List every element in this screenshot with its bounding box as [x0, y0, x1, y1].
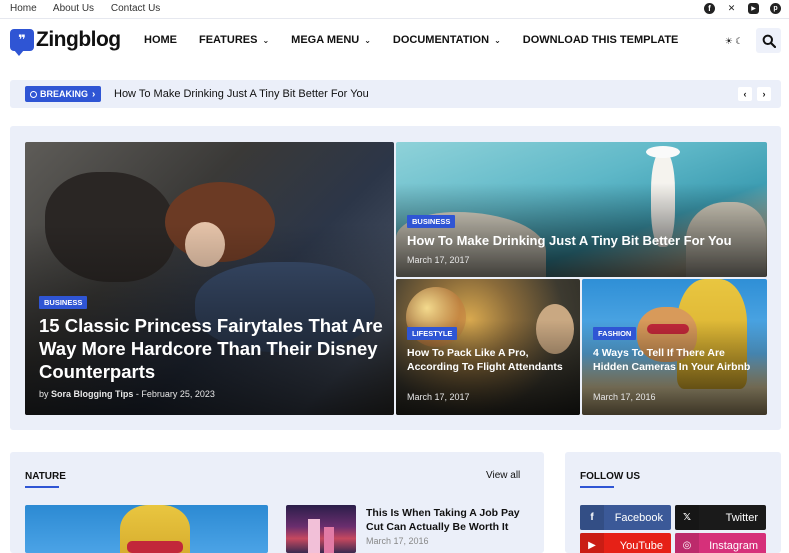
nav-documentation[interactable]: DOCUMENTATION ⌄ [393, 34, 501, 46]
nature-post-thumbnail[interactable] [286, 505, 356, 553]
nav-documentation-label: DOCUMENTATION [392, 34, 490, 46]
site-logo[interactable]: ❞ Zingblog [10, 28, 121, 56]
breaking-next-button[interactable]: › [757, 87, 771, 101]
x-icon: 𝕏 [675, 505, 699, 530]
top-links: Home About Us Contact Us [10, 3, 174, 14]
follow-youtube-label: YouTube [619, 539, 663, 552]
top-link-contact[interactable]: Contact Us [111, 3, 160, 14]
follow-instagram-button[interactable]: ◎ Instagram [675, 533, 766, 553]
top-socials: f ✕ ▶ p [704, 3, 781, 14]
nature-post-title[interactable]: This Is When Taking A Job Pay Cut Can Ac… [366, 506, 536, 534]
chevron-right-icon: › [92, 88, 96, 100]
breaking-label: BREAKING [40, 89, 89, 99]
facebook-icon[interactable]: f [704, 3, 715, 14]
section-underline [25, 486, 59, 488]
photo-sunglasses [127, 541, 183, 553]
nature-post-date: March 17, 2016 [366, 536, 429, 546]
nav-features-label: FEATURES [199, 34, 258, 46]
view-all-link[interactable]: View all [486, 470, 520, 481]
chevron-down-icon: ⌄ [364, 35, 371, 45]
photo-tower [308, 519, 320, 553]
nav-home-label: HOME [144, 34, 177, 46]
category-tag[interactable]: BUSINESS [39, 296, 88, 309]
nav-features[interactable]: FEATURES ⌄ [199, 34, 269, 46]
breaking-prev-button[interactable]: ‹ [738, 87, 752, 101]
live-dot-icon [30, 90, 37, 98]
category-tag[interactable]: LIFESTYLE [407, 327, 458, 340]
photo-hat [646, 146, 680, 158]
post-date: March 17, 2017 [407, 392, 470, 402]
section-title-follow: FOLLOW US [580, 471, 640, 482]
featured-post-bottom-right[interactable]: FASHION 4 Ways To Tell If There Are Hidd… [582, 279, 767, 415]
instagram-icon: ◎ [675, 533, 699, 553]
breaking-news-bar: BREAKING › How To Make Drinking Just A T… [10, 80, 781, 108]
photo-tower [324, 527, 334, 553]
youtube-icon: ▶ [580, 533, 604, 553]
featured-post-main[interactable]: BUSINESS 15 Classic Princess Fairytales … [25, 142, 394, 415]
post-title[interactable]: How To Make Drinking Just A Tiny Bit Bet… [407, 233, 762, 249]
breaking-badge: BREAKING › [25, 86, 102, 102]
post-title[interactable]: 15 Classic Princess Fairytales That Are … [39, 314, 389, 383]
post-date: March 17, 2016 [593, 392, 656, 402]
top-link-home[interactable]: Home [10, 3, 37, 14]
theme-toggle[interactable]: ☀ ☾ [720, 32, 748, 50]
nav-mega-menu-label: MEGA MENU [291, 34, 360, 46]
follow-youtube-button[interactable]: ▶ YouTube [580, 533, 671, 553]
follow-twitter-label: Twitter [725, 511, 758, 524]
follow-twitter-button[interactable]: 𝕏 Twitter [675, 505, 766, 530]
search-icon [762, 34, 776, 48]
logo-text: Zingblog [36, 28, 121, 51]
breaking-headline[interactable]: How To Make Drinking Just A Tiny Bit Bet… [114, 88, 369, 100]
header: ❞ Zingblog HOME FEATURES ⌄ MEGA MENU ⌄ DOC… [0, 20, 789, 64]
follow-instagram-label: Instagram [709, 539, 758, 552]
nature-post-image-large[interactable] [25, 505, 268, 553]
top-bar: Home About Us Contact Us f ✕ ▶ p [0, 0, 789, 19]
post-title[interactable]: 4 Ways To Tell If There Are Hidden Camer… [593, 346, 763, 374]
nav-download-label: DOWNLOAD THIS TEMPLATE [522, 34, 679, 46]
featured-post-bottom-left[interactable]: LIFESTYLE How To Pack Like A Pro, Accord… [396, 279, 580, 415]
post-title[interactable]: How To Pack Like A Pro, According To Fli… [407, 346, 575, 374]
section-title-nature: NATURE [25, 471, 66, 482]
search-button[interactable] [756, 28, 781, 53]
post-date: March 17, 2017 [407, 255, 470, 265]
category-tag[interactable]: FASHION [593, 327, 637, 340]
post-meta: by Sora Blogging Tips - February 25, 202… [39, 389, 215, 399]
category-tag[interactable]: BUSINESS [407, 215, 456, 228]
pinterest-icon[interactable]: p [770, 3, 781, 14]
nav-home[interactable]: HOME [144, 34, 177, 46]
facebook-icon: f [580, 505, 604, 530]
chevron-down-icon: ⌄ [494, 35, 501, 45]
top-link-about[interactable]: About Us [53, 3, 94, 14]
logo-quote-icon: ❞ [10, 29, 34, 56]
follow-facebook-label: Facebook [614, 511, 663, 524]
nav-mega-menu[interactable]: MEGA MENU ⌄ [291, 34, 371, 46]
x-icon[interactable]: ✕ [726, 3, 737, 14]
section-underline [580, 486, 614, 488]
post-date: February 25, 2023 [141, 389, 215, 399]
youtube-icon[interactable]: ▶ [748, 3, 759, 14]
post-author[interactable]: Sora Blogging Tips [51, 389, 133, 399]
byline-prefix: by [39, 389, 49, 399]
follow-facebook-button[interactable]: f Facebook [580, 505, 671, 530]
featured-post-top-right[interactable]: BUSINESS How To Make Drinking Just A Tin… [396, 142, 767, 277]
main-nav: HOME FEATURES ⌄ MEGA MENU ⌄ DOCUMENTATION ⌄… [144, 34, 700, 46]
chevron-down-icon: ⌄ [262, 35, 270, 45]
nav-download-template[interactable]: DOWNLOAD THIS TEMPLATE [523, 34, 679, 46]
